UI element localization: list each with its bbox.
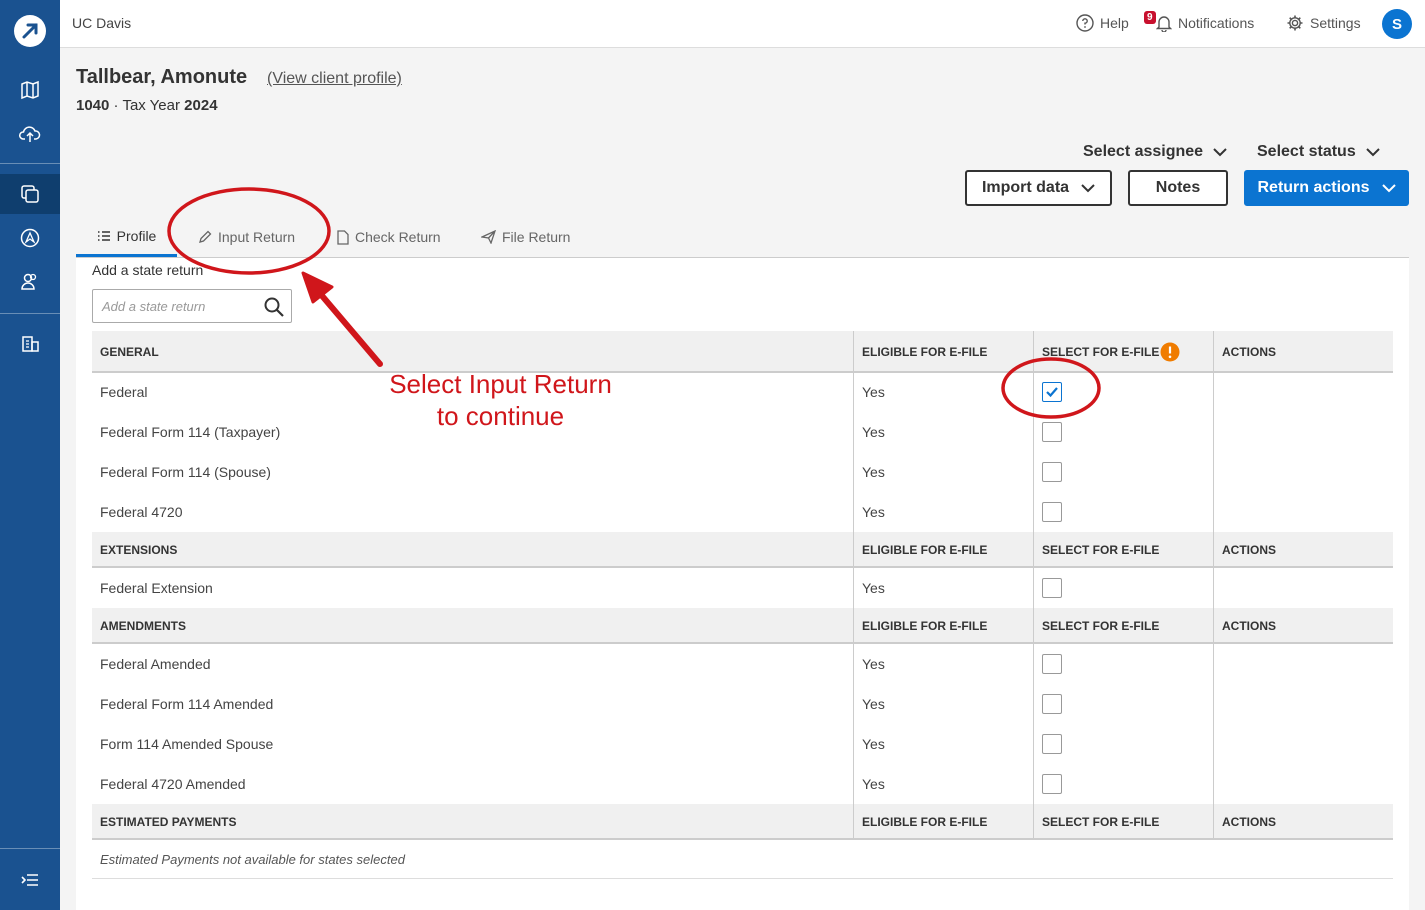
estimated-payments-note: Estimated Payments not available for sta…	[100, 852, 405, 867]
row-name: Federal Extension	[100, 580, 213, 596]
section-header-estimated-payments: ESTIMATED PAYMENTS ELIGIBLE FOR E-FILE S…	[92, 804, 1393, 840]
annotation-text: Select Input Return to continue	[383, 368, 618, 432]
table-bottom-divider	[92, 878, 1393, 879]
returns-table: GENERAL ELIGIBLE FOR E-FILE SELECT FOR E…	[92, 0, 1393, 910]
section-header-extensions: EXTENSIONS ELIGIBLE FOR E-FILE SELECT FO…	[92, 532, 1393, 568]
warning-icon[interactable]	[1160, 342, 1180, 362]
eligible-col-header: ELIGIBLE FOR E-FILE	[862, 815, 988, 829]
table-row: Federal 4720 Yes	[92, 492, 1393, 532]
eligible-col-header: ELIGIBLE FOR E-FILE	[862, 619, 988, 633]
actions-col-header: ACTIONS	[1222, 619, 1276, 633]
eligible-col-header: ELIGIBLE FOR E-FILE	[862, 543, 988, 557]
select-col-header: SELECT FOR E-FILE	[1042, 815, 1160, 829]
efile-checkbox[interactable]	[1042, 734, 1062, 754]
row-name: Federal Form 114 Amended	[100, 696, 274, 712]
efile-checkbox[interactable]	[1042, 578, 1062, 598]
actions-col-header: ACTIONS	[1222, 543, 1276, 557]
efile-checkbox[interactable]	[1042, 382, 1062, 402]
app-logo-icon[interactable]	[14, 15, 46, 47]
row-eligible: Yes	[862, 384, 885, 400]
row-eligible: Yes	[862, 464, 885, 480]
actions-col-header: ACTIONS	[1222, 345, 1276, 359]
map-icon[interactable]	[0, 70, 60, 110]
cloud-upload-icon[interactable]	[0, 114, 60, 154]
efile-checkbox[interactable]	[1042, 774, 1062, 794]
row-name: Federal Form 114 (Taxpayer)	[100, 424, 281, 440]
efile-checkbox[interactable]	[1042, 462, 1062, 482]
row-eligible: Yes	[862, 696, 885, 712]
navigate-icon[interactable]	[0, 218, 60, 258]
table-row: Federal Amended Yes	[92, 644, 1393, 684]
row-eligible: Yes	[862, 580, 885, 596]
select-col-header: SELECT FOR E-FILE	[1042, 345, 1160, 359]
left-rail	[0, 0, 60, 910]
returns-icon[interactable]	[0, 174, 60, 214]
row-name: Federal Form 114 (Spouse)	[100, 464, 271, 480]
column-divider	[1213, 331, 1214, 840]
row-eligible: Yes	[862, 776, 885, 792]
row-name: Form 114 Amended Spouse	[100, 736, 274, 752]
section-header-general: GENERAL ELIGIBLE FOR E-FILE SELECT FOR E…	[92, 331, 1393, 373]
section-title: ESTIMATED PAYMENTS	[100, 815, 237, 829]
efile-checkbox[interactable]	[1042, 654, 1062, 674]
section-title: GENERAL	[100, 345, 159, 359]
checkmark-icon	[1046, 387, 1058, 398]
row-eligible: Yes	[862, 656, 885, 672]
table-row: Federal Yes	[92, 372, 1393, 412]
column-divider	[853, 331, 854, 840]
table-row: Form 114 Amended Spouse Yes	[92, 724, 1393, 764]
select-col-header: SELECT FOR E-FILE	[1042, 543, 1160, 557]
clients-icon[interactable]	[0, 262, 60, 302]
section-header-amendments: AMENDMENTS ELIGIBLE FOR E-FILE SELECT FO…	[92, 608, 1393, 644]
annotation-line-1: Select Input Return	[389, 369, 612, 399]
row-name: Federal 4720	[100, 504, 183, 520]
efile-checkbox[interactable]	[1042, 502, 1062, 522]
eligible-col-header: ELIGIBLE FOR E-FILE	[862, 345, 988, 359]
row-name: Federal 4720 Amended	[100, 776, 246, 792]
table-row: Federal Form 114 (Taxpayer) Yes	[92, 412, 1393, 452]
table-row: Federal Extension Yes	[92, 568, 1393, 608]
row-name: Federal	[100, 384, 148, 400]
efile-checkbox[interactable]	[1042, 694, 1062, 714]
column-divider	[1033, 331, 1034, 840]
row-eligible: Yes	[862, 736, 885, 752]
select-col-header: SELECT FOR E-FILE	[1042, 619, 1160, 633]
actions-col-header: ACTIONS	[1222, 815, 1276, 829]
annotation-line-2: to continue	[436, 401, 565, 431]
row-name: Federal Amended	[100, 656, 211, 672]
section-title: EXTENSIONS	[100, 543, 178, 557]
firm-icon[interactable]	[0, 324, 60, 364]
row-eligible: Yes	[862, 504, 885, 520]
efile-checkbox[interactable]	[1042, 422, 1062, 442]
row-eligible: Yes	[862, 424, 885, 440]
expand-menu-icon[interactable]	[0, 860, 60, 900]
table-row: Federal Form 114 Amended Yes	[92, 684, 1393, 724]
table-row: Federal 4720 Amended Yes	[92, 764, 1393, 804]
section-title: AMENDMENTS	[100, 619, 186, 633]
table-row: Federal Form 114 (Spouse) Yes	[92, 452, 1393, 492]
